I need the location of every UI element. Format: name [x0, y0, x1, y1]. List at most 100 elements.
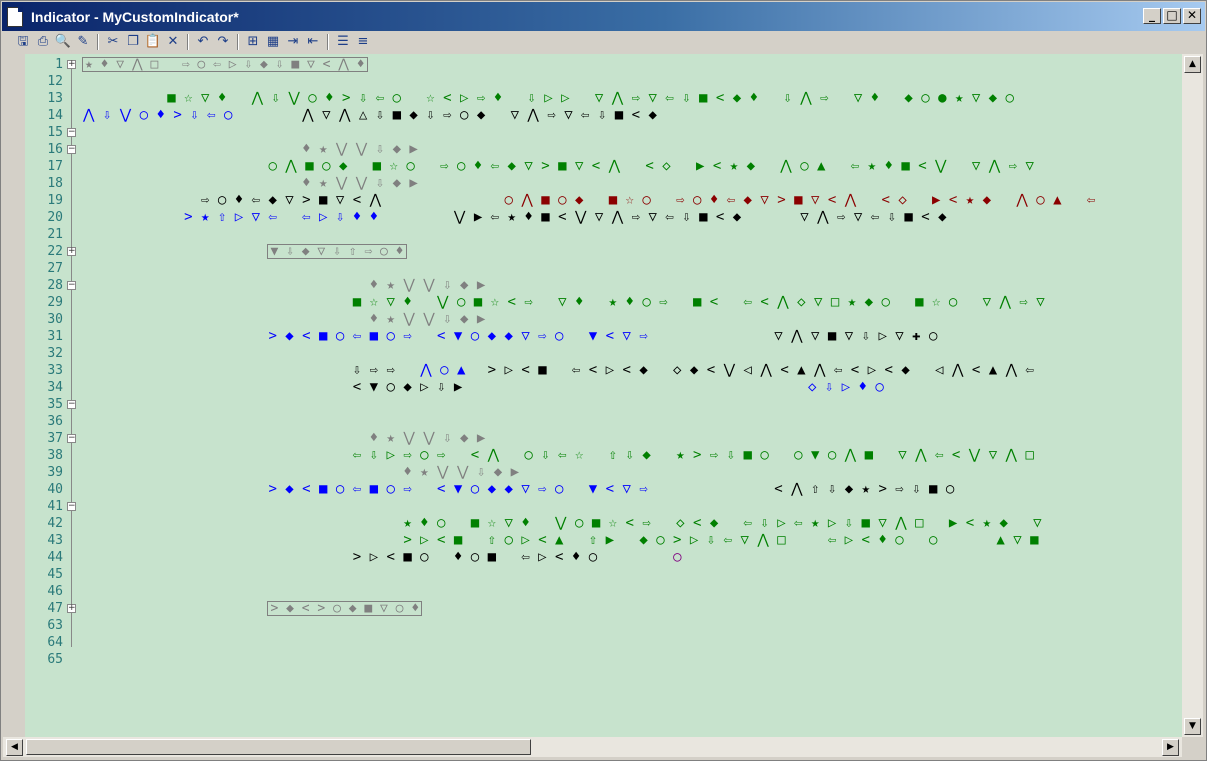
code-line[interactable]: > ◆ < ■ ○ ⇦ ■ ○ ⇨ < ▼ ○ ◆ ◆ ▽ ⇨ ○ ▼ < ▽ …	[83, 328, 1182, 345]
code-line[interactable]	[83, 260, 1182, 277]
binoculars-icon[interactable]: ⊞	[243, 33, 263, 51]
undo-icon[interactable]: ↶	[193, 33, 213, 51]
code-line[interactable]: ⇨ ○ ♦ ⇦ ◆ ▽ > ■ ▽ < ⋀ ○ ⋀ ■ ○ ◆ ■ ☆ ○ ⇨ ○…	[83, 192, 1182, 209]
code-token-run: ⋀ ⇩ ⋁ ○ ♦ > ⇩ ⇦ ○	[83, 107, 233, 123]
replace-icon[interactable]: ▦	[263, 33, 283, 51]
code-line[interactable]	[83, 583, 1182, 600]
code-line[interactable]	[83, 345, 1182, 362]
line-number: 63	[47, 618, 63, 633]
code-token-run: ○ ⋀ ■ ○ ◆ ■ ☆ ○ ⇨ ○ ♦ ⇦ ◆ ▽ > ■ ▽ < ⋀ < …	[504, 192, 1096, 208]
line-number: 64	[47, 635, 63, 650]
code-line[interactable]: > ▷ < ■ ⇧ ○ ▷ < ▲ ⇧ ▶ ◆ ○ > ▷ ⇩ ⇦ ▽ ⋀ □ …	[83, 532, 1182, 549]
line-number: 45	[47, 567, 63, 582]
expand-fold-button[interactable]: +	[67, 60, 76, 69]
collapse-fold-button[interactable]: −	[67, 434, 76, 443]
editor-window: Indicator - MyCustomIndicator* _ □ ✕ 🖫 ⎙ 🔍…	[0, 0, 1207, 761]
collapse-fold-button[interactable]: −	[67, 281, 76, 290]
code-line[interactable]: > ◆ < ■ ○ ⇦ ■ ○ ⇨ < ▼ ○ ◆ ◆ ▽ ⇨ ○ ▼ < ▽ …	[83, 481, 1182, 498]
code-line[interactable]: > ▷ < ■ ○ ♦ ○ ■ ⇦ ▷ < ♦ ○ ○	[83, 549, 1182, 566]
collapse-fold-button[interactable]: −	[67, 502, 76, 511]
collapse-fold-button[interactable]: −	[67, 128, 76, 137]
code-token-run: > ◆ < ■ ○ ⇦ ■ ○ ⇨ < ▼ ○ ◆ ◆ ▽ ⇨ ○ ▼ < ▽ …	[268, 481, 648, 497]
code-line[interactable]: ★ ♦ ▽ ⋀ □ ⇨ ○ ⇦ ▷ ⇩ ◆ ⇩ ■ ▽ < ⋀ ♦	[82, 56, 1182, 73]
code-line[interactable]	[83, 566, 1182, 583]
close-button[interactable]: ✕	[1183, 8, 1201, 24]
code-line[interactable]	[83, 73, 1182, 90]
horizontal-scrollbar[interactable]: ◀ ▶	[3, 737, 1182, 757]
collapse-fold-button[interactable]: −	[67, 400, 76, 409]
expand-fold-button[interactable]: +	[67, 247, 76, 256]
line-number: 47	[47, 601, 63, 616]
code-token-run: ◇ ⇩ ▷ ♦ ○	[807, 379, 884, 395]
save-icon[interactable]: 🖫	[13, 33, 33, 51]
code-area[interactable]: ★ ♦ ▽ ⋀ □ ⇨ ○ ⇦ ▷ ⇩ ◆ ⇩ ■ ▽ < ⋀ ♦ ■ ☆ ▽ ♦…	[82, 56, 1182, 668]
code-line[interactable]: ○ ⋀ ■ ○ ◆ ■ ☆ ○ ⇨ ○ ♦ ⇦ ◆ ▽ > ■ ▽ < ⋀ < …	[83, 158, 1182, 175]
line-number: 40	[47, 482, 63, 497]
code-line[interactable]	[83, 634, 1182, 651]
code-line[interactable]: ⇩ ⇨ ⇨ ⋀ ○ ▲ > ▷ < ■ ⇦ < ▷ < ◆ ◇ ◆ < ⋁ ◁ ⋀ …	[83, 362, 1182, 379]
collapse-fold-button[interactable]: −	[67, 145, 76, 154]
code-token-run: ♦ ★ ⋁ ⋁ ⇩ ◆ ▶	[302, 141, 418, 157]
line-number: 31	[47, 329, 63, 344]
vertical-scrollbar[interactable]: ▲ ▼	[1182, 54, 1203, 737]
scroll-down-button[interactable]: ▼	[1184, 718, 1201, 735]
maximize-button[interactable]: □	[1163, 8, 1181, 24]
code-line[interactable]	[83, 396, 1182, 413]
code-token-run: ♦ ★ ⋁ ⋁ ⇩ ◆ ▶	[403, 464, 520, 480]
code-line[interactable]: ⋀ ⇩ ⋁ ○ ♦ > ⇩ ⇦ ○ ⋀ ▽ ⋀ △ ⇩ ■ ◆ ⇩ ⇨ ○ ◆ ▽…	[83, 107, 1182, 124]
code-token-run: ⋀ ○ ▲	[420, 362, 466, 378]
code-line[interactable]	[83, 226, 1182, 243]
code-line[interactable]: ♦ ★ ⋁ ⋁ ⇩ ◆ ▶	[83, 277, 1182, 294]
comment-icon[interactable]: ☰	[333, 33, 353, 51]
code-token-run: ○ ⋀ ■ ○ ◆ ■ ☆ ○ ⇨ ○ ♦ ⇦ ◆ ▽ > ■ ▽ < ⋀ < …	[268, 158, 1034, 174]
code-line[interactable]	[83, 498, 1182, 515]
code-line[interactable]: < ▼ ○ ◆ ▷ ⇩ ▶ ◇ ⇩ ▷ ♦ ○	[83, 379, 1182, 396]
code-line[interactable]: ⇦ ⇩ ▷ ⇨ ○ ⇨ < ⋀ ○ ⇩ ⇦ ☆ ⇧ ⇩ ◆ ★ > ⇨ ⇩ ■ …	[83, 447, 1182, 464]
code-token-run: ○	[673, 549, 682, 565]
find-icon[interactable]: ✎	[73, 33, 93, 51]
line-number: 14	[47, 108, 63, 123]
minimize-button[interactable]: _	[1143, 8, 1161, 24]
indent-icon[interactable]: ⇥	[283, 33, 303, 51]
code-line[interactable]	[83, 617, 1182, 634]
code-line[interactable]: ♦ ★ ⋁ ⋁ ⇩ ◆ ▶	[83, 311, 1182, 328]
print-icon[interactable]: ⎙	[33, 33, 53, 51]
code-token-run: ⋀ ▽ ⋀ △ ⇩ ■ ◆ ⇩ ⇨ ○ ◆ ▽ ⋀ ⇨ ▽ ⇦ ⇩ ■ < ◆	[302, 107, 657, 123]
line-number: 32	[47, 346, 63, 361]
code-line[interactable]: ♦ ★ ⋁ ⋁ ⇩ ◆ ▶	[83, 175, 1182, 192]
code-line[interactable]: ♦ ★ ⋁ ⋁ ⇩ ◆ ▶	[83, 464, 1182, 481]
horizontal-scroll-thumb[interactable]	[26, 739, 531, 755]
code-line[interactable]: ♦ ★ ⋁ ⋁ ⇩ ◆ ▶	[83, 430, 1182, 447]
scroll-right-button[interactable]: ▶	[1162, 739, 1179, 756]
paste-icon[interactable]: 📋	[143, 33, 163, 51]
code-line[interactable]: ■ ☆ ▽ ♦ ⋀ ⇩ ⋁ ○ ♦ > ⇩ ⇦ ○ ☆ < ▷ ⇨ ♦ ⇩ ▷ …	[83, 90, 1182, 107]
code-line[interactable]	[83, 124, 1182, 141]
cut-icon[interactable]: ✂	[103, 33, 123, 51]
code-line[interactable]: > ◆ < > ○ ◆ ■ ▽ ○ ♦	[83, 600, 1182, 617]
collapsed-region[interactable]: > ◆ < > ○ ◆ ■ ▽ ○ ♦	[267, 601, 423, 616]
collapsed-region[interactable]: ★ ♦ ▽ ⋀ □ ⇨ ○ ⇦ ▷ ⇩ ◆ ⇩ ■ ▽ < ⋀ ♦	[82, 57, 368, 72]
print-preview-icon[interactable]: 🔍	[53, 33, 73, 51]
code-editor[interactable]: 1 12 13 14 15 16 17 18 19 20 21 22 27 28 29 30 31 32 33 34 3…	[25, 54, 1182, 737]
scroll-left-button[interactable]: ◀	[6, 739, 23, 756]
code-line[interactable]: > ★ ⇧ ▷ ▽ ⇦ ⇦ ▷ ⇩ ♦ ♦ ⋁ ▶ ⇦ ★ ♦ ■ < ⋁ ▽ ⋀…	[83, 209, 1182, 226]
line-number: 43	[47, 533, 63, 548]
delete-icon[interactable]: ✕	[163, 33, 183, 51]
uncomment-icon[interactable]: ≡	[353, 33, 373, 51]
code-line[interactable]	[83, 651, 1182, 668]
expand-fold-button[interactable]: +	[67, 604, 76, 613]
code-line[interactable]	[83, 413, 1182, 430]
copy-icon[interactable]: ❐	[123, 33, 143, 51]
code-line[interactable]: ■ ☆ ▽ ♦ ⋁ ○ ■ ☆ < ⇨ ▽ ♦ ★ ♦ ○ ⇨ ■ < ⇦ < …	[83, 294, 1182, 311]
code-line[interactable]: ♦ ★ ⋁ ⋁ ⇩ ◆ ▶	[83, 141, 1182, 158]
redo-icon[interactable]: ↷	[213, 33, 233, 51]
code-token-run: > ◆ < ■ ○ ⇦ ■ ○ ⇨ < ▼ ○ ◆ ◆ ▽ ⇨ ○ ▼ < ▽ …	[268, 328, 648, 344]
outdent-icon[interactable]: ⇤	[303, 33, 323, 51]
code-line[interactable]: ★ ♦ ○ ■ ☆ ▽ ♦ ⋁ ○ ■ ☆ < ⇨ ◇ < ◆ ⇦ ⇩ ▷ ⇦ …	[83, 515, 1182, 532]
line-number: 18	[47, 176, 63, 191]
code-token-run: > ▷ < ■ ⇧ ○ ▷ < ▲ ⇧ ▶ ◆ ○ > ▷ ⇩ ⇦ ▽ ⋀ □ …	[403, 532, 1039, 548]
code-line[interactable]: ▼ ⇩ ◆ ▽ ⇩ ⇧ ⇨ ○ ♦	[83, 243, 1182, 260]
collapsed-region[interactable]: ▼ ⇩ ◆ ▽ ⇩ ⇧ ⇨ ○ ♦	[267, 244, 407, 259]
title-bar[interactable]: Indicator - MyCustomIndicator* _ □ ✕	[2, 2, 1205, 31]
scroll-up-button[interactable]: ▲	[1184, 56, 1201, 73]
